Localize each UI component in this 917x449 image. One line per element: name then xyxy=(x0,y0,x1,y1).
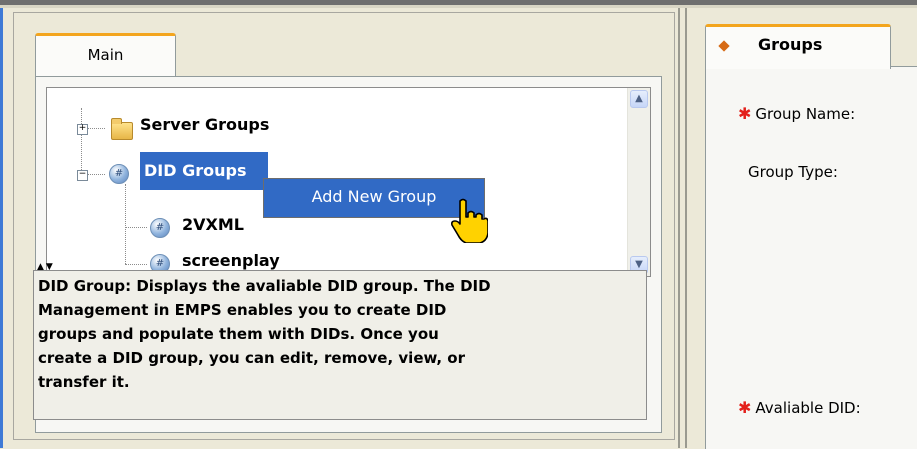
tree-connector xyxy=(125,227,147,228)
tree-connector xyxy=(125,184,126,264)
groups-form: ✱ Group Name: Group Type: ✱ Avaliable DID: xyxy=(705,66,917,449)
tree-connector xyxy=(125,264,147,265)
description-line: DID Group: Displays the avaliable DID gr… xyxy=(38,277,491,295)
expand-icon[interactable]: + xyxy=(77,124,88,135)
tab-main[interactable]: Main xyxy=(35,33,176,77)
required-asterisk-icon: ✱ xyxy=(738,104,752,123)
collapse-icon[interactable]: − xyxy=(77,170,88,181)
available-did-label: ✱ Avaliable DID: xyxy=(738,398,861,417)
globe-icon: # xyxy=(150,218,170,238)
folder-icon xyxy=(111,118,133,140)
tab-groups-label: Groups xyxy=(758,35,823,54)
tree-item-label: 2VXML xyxy=(182,215,244,234)
tree-item-label: screenplay xyxy=(182,251,280,270)
tree-item-2vxml[interactable]: 2VXML xyxy=(182,215,244,239)
hand-pointer-icon xyxy=(451,198,488,243)
tree-item-did-groups[interactable]: DID Groups xyxy=(140,152,268,190)
tab-main-label: Main xyxy=(87,46,124,64)
window-top-border xyxy=(0,0,917,8)
panel-splitter[interactable] xyxy=(678,8,680,448)
description-line: transfer it. xyxy=(38,373,130,391)
required-asterisk-icon: ✱ xyxy=(738,398,752,417)
description-panel: DID Group: Displays the avaliable DID gr… xyxy=(33,270,647,420)
description-line: Management in EMPS enables you to create… xyxy=(38,301,447,319)
tree-connector xyxy=(85,174,105,175)
group-type-label: Group Type: xyxy=(748,163,838,181)
group-name-label: ✱ Group Name: xyxy=(738,104,856,123)
tree-scrollbar[interactable]: ▲ ▼ xyxy=(627,88,650,276)
description-line: create a DID group, you can edit, remove… xyxy=(38,349,466,367)
tree-item-label: DID Groups xyxy=(144,161,247,180)
tab-groups[interactable]: Groups xyxy=(705,24,891,69)
globe-icon: # xyxy=(109,164,129,184)
scroll-up-button[interactable]: ▲ xyxy=(630,90,648,108)
tree-connector xyxy=(81,108,82,178)
description-line: groups and populate them with DIDs. Once… xyxy=(38,325,439,343)
tree-item-server-groups[interactable]: Server Groups xyxy=(140,115,269,139)
right-panel: ✱ Group Name: Group Type: ✱ Avaliable DID:… xyxy=(687,8,917,449)
context-menu-item-label: Add New Group xyxy=(311,187,437,206)
diamond-icon xyxy=(718,40,730,52)
tree-item-label: Server Groups xyxy=(140,115,270,134)
tree-connector xyxy=(85,128,105,129)
